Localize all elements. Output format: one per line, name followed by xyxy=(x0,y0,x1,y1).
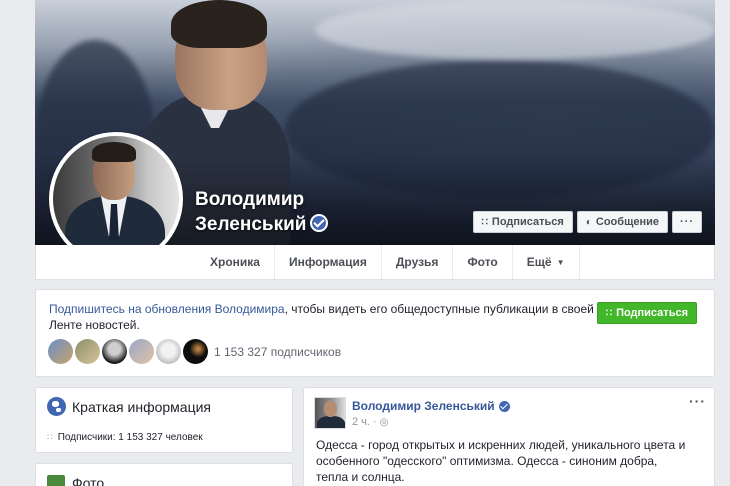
intro-title: Краткая информация xyxy=(72,399,211,415)
more-options-button[interactable]: ··· xyxy=(672,211,702,233)
followers-label[interactable]: Подписчики: 1 153 327 человек xyxy=(58,432,203,443)
message-button-label: Сообщение xyxy=(595,216,659,228)
subscriber-avatar[interactable] xyxy=(75,339,100,364)
profile-nav: Хроника Информация Друзья Фото Ещё ▼ xyxy=(35,245,715,280)
followers-row: ∷ Подписчики: 1 153 327 человек xyxy=(47,432,203,443)
more-options-label: ··· xyxy=(680,216,694,228)
subscribe-prompt: Подпишитесь на обновления Володимира, чт… xyxy=(35,289,715,377)
rss-icon: ∷ xyxy=(605,307,613,319)
post-timestamp[interactable]: 2 ч. · ◎ xyxy=(352,416,388,428)
subscribe-prompt-link[interactable]: Подпишитесь на обновления Володимира xyxy=(49,302,285,316)
photo-icon xyxy=(47,475,65,486)
avatar-body xyxy=(317,416,345,428)
post-time-text: 2 ч. · xyxy=(352,416,377,428)
globe-icon: ◎ xyxy=(379,416,389,428)
intro-card: Краткая информация ∷ Подписчики: 1 153 3… xyxy=(35,387,293,453)
post-author-name[interactable]: Володимир Зеленський xyxy=(352,399,495,413)
tab-more[interactable]: Ещё ▼ xyxy=(511,245,580,279)
avatar-hair xyxy=(92,142,136,162)
messenger-icon: ◐ xyxy=(585,216,592,228)
tab-label: Друзья xyxy=(395,255,439,269)
message-button[interactable]: ◐ Сообщение xyxy=(576,211,668,233)
subscriber-avatar[interactable] xyxy=(102,339,127,364)
rss-icon: ∷ xyxy=(47,432,53,442)
subscriber-avatar[interactable] xyxy=(129,339,154,364)
subscriber-avatar[interactable] xyxy=(48,339,73,364)
subscribe-button-label: Подписаться xyxy=(491,216,564,228)
avatar-head xyxy=(324,401,337,417)
subscribe-green-button[interactable]: ∷ Подписаться xyxy=(596,302,697,324)
verified-badge-icon xyxy=(498,400,510,412)
tab-photos[interactable]: Фото xyxy=(452,245,511,279)
tab-label: Ещё xyxy=(526,255,552,269)
subscribe-prompt-text: Подпишитесь на обновления Володимира, чт… xyxy=(49,301,597,333)
tab-label: Фото xyxy=(467,255,498,269)
globe-icon xyxy=(47,397,66,416)
tab-about[interactable]: Информация xyxy=(273,245,381,279)
subscriber-avatar[interactable] xyxy=(156,339,181,364)
tab-friends[interactable]: Друзья xyxy=(380,245,453,279)
post-card: Володимир Зеленський 2 ч. · ◎ ··· Одесса… xyxy=(303,387,715,486)
post-options-button[interactable]: ··· xyxy=(689,393,706,409)
profile-name-line2-text: Зеленський xyxy=(195,214,307,235)
cover-person-hair xyxy=(171,0,267,48)
profile-name-line2: Зеленський xyxy=(195,212,329,237)
subscribe-button[interactable]: ∷ Подписаться xyxy=(472,211,573,233)
post-text: Одесса - город открытых и искренних люде… xyxy=(316,438,686,484)
verified-badge-icon[interactable] xyxy=(310,214,329,232)
tab-timeline[interactable]: Хроника xyxy=(196,245,274,279)
subscriber-avatar[interactable] xyxy=(183,339,208,364)
photos-card: Фото xyxy=(35,463,293,486)
rss-icon: ∷ xyxy=(481,216,488,228)
cover-crowd-blur xyxy=(315,0,715,60)
chevron-down-icon: ▼ xyxy=(556,257,565,267)
cover-actions: ∷ Подписаться ◐ Сообщение ··· xyxy=(472,211,702,233)
post-author-avatar[interactable] xyxy=(314,397,346,429)
photos-title[interactable]: Фото xyxy=(72,475,104,486)
avatar-photo xyxy=(53,136,179,262)
tab-label: Информация xyxy=(288,255,367,269)
profile-name-line1: Володимир xyxy=(195,189,305,210)
subscribe-green-label: Подписаться xyxy=(616,307,688,319)
profile-tabs: Хроника Информация Друзья Фото Ещё ▼ xyxy=(196,245,580,279)
subscribers-count[interactable]: 1 153 327 подписчиков xyxy=(214,345,341,359)
post-author[interactable]: Володимир Зеленський xyxy=(352,399,510,413)
post-options-label: ··· xyxy=(689,393,706,409)
tab-label: Хроника xyxy=(210,255,260,269)
profile-name[interactable]: Володимир Зеленський xyxy=(195,187,329,237)
subscriber-avatars xyxy=(48,339,208,364)
